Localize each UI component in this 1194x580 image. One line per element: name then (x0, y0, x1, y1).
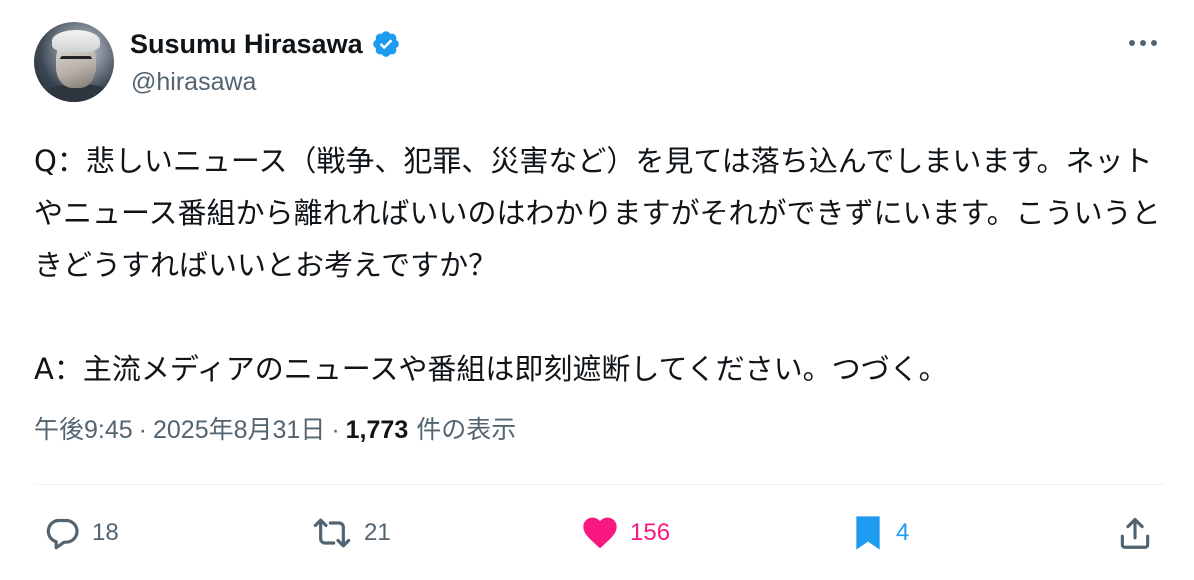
avatar[interactable] (34, 22, 114, 102)
meta-separator: · (138, 416, 147, 444)
share-icon (1116, 513, 1154, 553)
author-display-name[interactable]: Susumu Hirasawa (130, 29, 363, 60)
avatar-hair (52, 30, 100, 52)
reply-icon (42, 513, 82, 553)
retweet-button[interactable]: 21 (310, 500, 391, 566)
tweet-date[interactable]: 2025年8月31日 (153, 410, 325, 446)
meta-separator: · (331, 416, 340, 444)
reply-button[interactable]: 18 (42, 500, 119, 566)
bookmark-button[interactable]: 4 (850, 500, 909, 566)
heart-icon (580, 513, 620, 553)
share-button[interactable] (1116, 500, 1154, 566)
retweet-icon (310, 513, 354, 553)
action-bar: 18 21 156 4 (34, 500, 1164, 566)
tweet-card: Susumu Hirasawa @hirasawa Q：悲しいニュース（戦争、犯… (0, 0, 1194, 580)
author-name-row: Susumu Hirasawa (130, 26, 401, 62)
bookmark-count: 4 (896, 519, 910, 546)
like-button[interactable]: 156 (580, 500, 670, 566)
bookmark-icon (850, 513, 886, 553)
avatar-glasses (60, 56, 92, 65)
tweet-time[interactable]: 午後9:45 (34, 410, 133, 446)
views-label: 件の表示 (416, 416, 517, 444)
tweet-text: Q：悲しいニュース（戦争、犯罪、災害など）を見ては落ち込んでしまいます。ネットや… (34, 144, 1161, 386)
reply-count: 18 (92, 519, 119, 546)
divider (34, 484, 1164, 485)
retweet-count: 21 (364, 519, 391, 546)
verified-badge-icon (371, 29, 401, 59)
like-count: 156 (630, 519, 671, 546)
more-icon[interactable] (1126, 28, 1160, 58)
author-handle[interactable]: @hirasawa (131, 68, 256, 97)
tweet-meta: 午後9:45 · 2025年8月31日 · 1,773 件の表示 (34, 410, 516, 446)
views-count: 1,773 (345, 416, 409, 444)
